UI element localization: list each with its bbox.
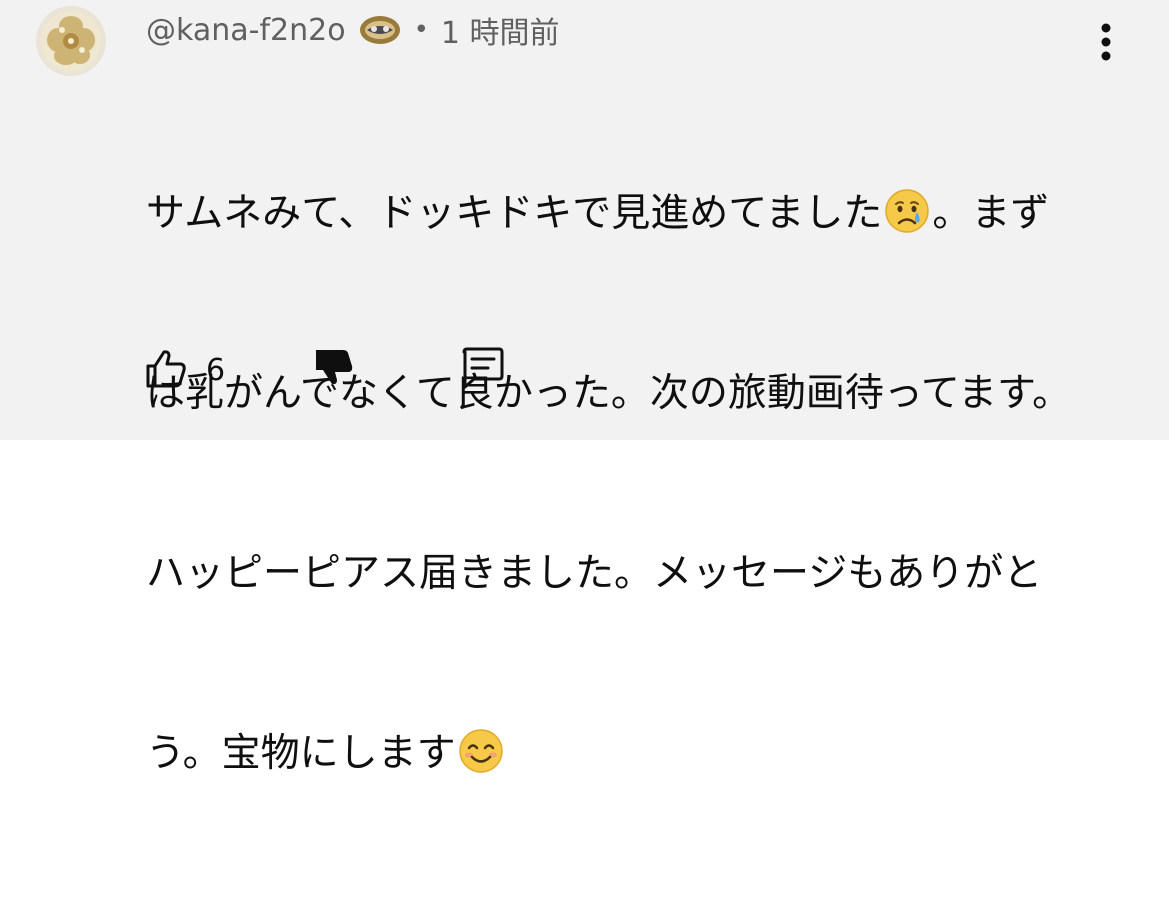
thumbs-down-icon: [310, 344, 358, 396]
member-badge-icon: [358, 13, 402, 47]
comment-line-2: は乳がんでなくて良かった。次の旅動画待ってます。: [146, 371, 1072, 416]
reply-icon: [456, 344, 508, 396]
comment-card: @kana-f2n2o • 1 時間前 サムネみて、ドッキドキで見進めてました: [0, 0, 1169, 776]
crying-face-emoji: [884, 188, 930, 234]
comment-header: @kana-f2n2o • 1 時間前: [146, 8, 560, 52]
comment-line-4: う。宝物にします: [146, 724, 1076, 784]
author-handle[interactable]: @kana-f2n2o: [146, 13, 346, 48]
avatar[interactable]: [36, 6, 106, 76]
comment-line-3: ハッピーピアス届きました。メッセージもありがと: [146, 551, 1043, 596]
comment-timestamp[interactable]: 1 時間前: [441, 8, 560, 52]
comment-text: サムネみて、ドッキドキで見進めてました 。まず は乳がんでなくて良かった。次の旅…: [146, 64, 1076, 902]
reply-button[interactable]: [456, 342, 508, 398]
more-vertical-icon[interactable]: [1092, 18, 1120, 66]
comment-line-1: サムネみて、ドッキドキで見進めてました 。まず: [146, 184, 1076, 244]
dislike-button[interactable]: [310, 342, 358, 398]
meta-separator: •: [413, 15, 429, 45]
smiling-face-emoji: [458, 728, 504, 774]
like-count: 6: [206, 352, 226, 388]
like-button[interactable]: 6: [142, 342, 225, 398]
thumbs-up-icon: [142, 344, 190, 396]
